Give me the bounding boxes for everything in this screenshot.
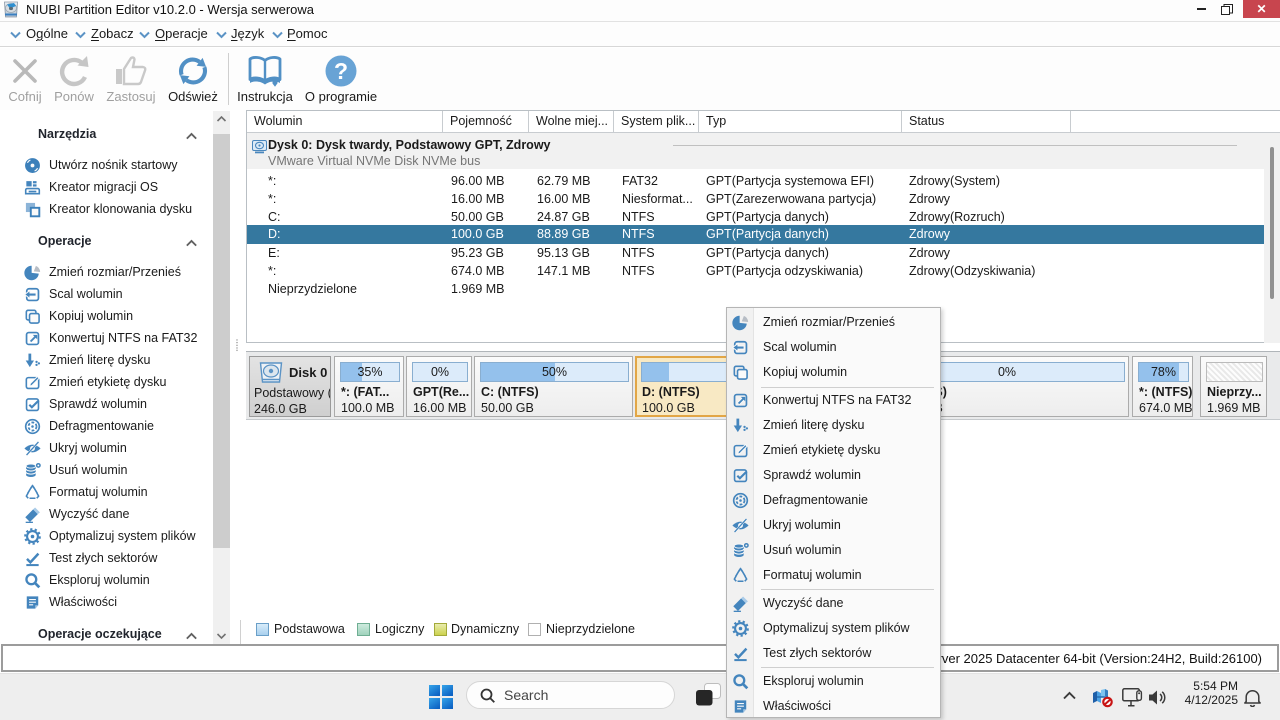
svg-text:?: ? [334, 58, 348, 84]
